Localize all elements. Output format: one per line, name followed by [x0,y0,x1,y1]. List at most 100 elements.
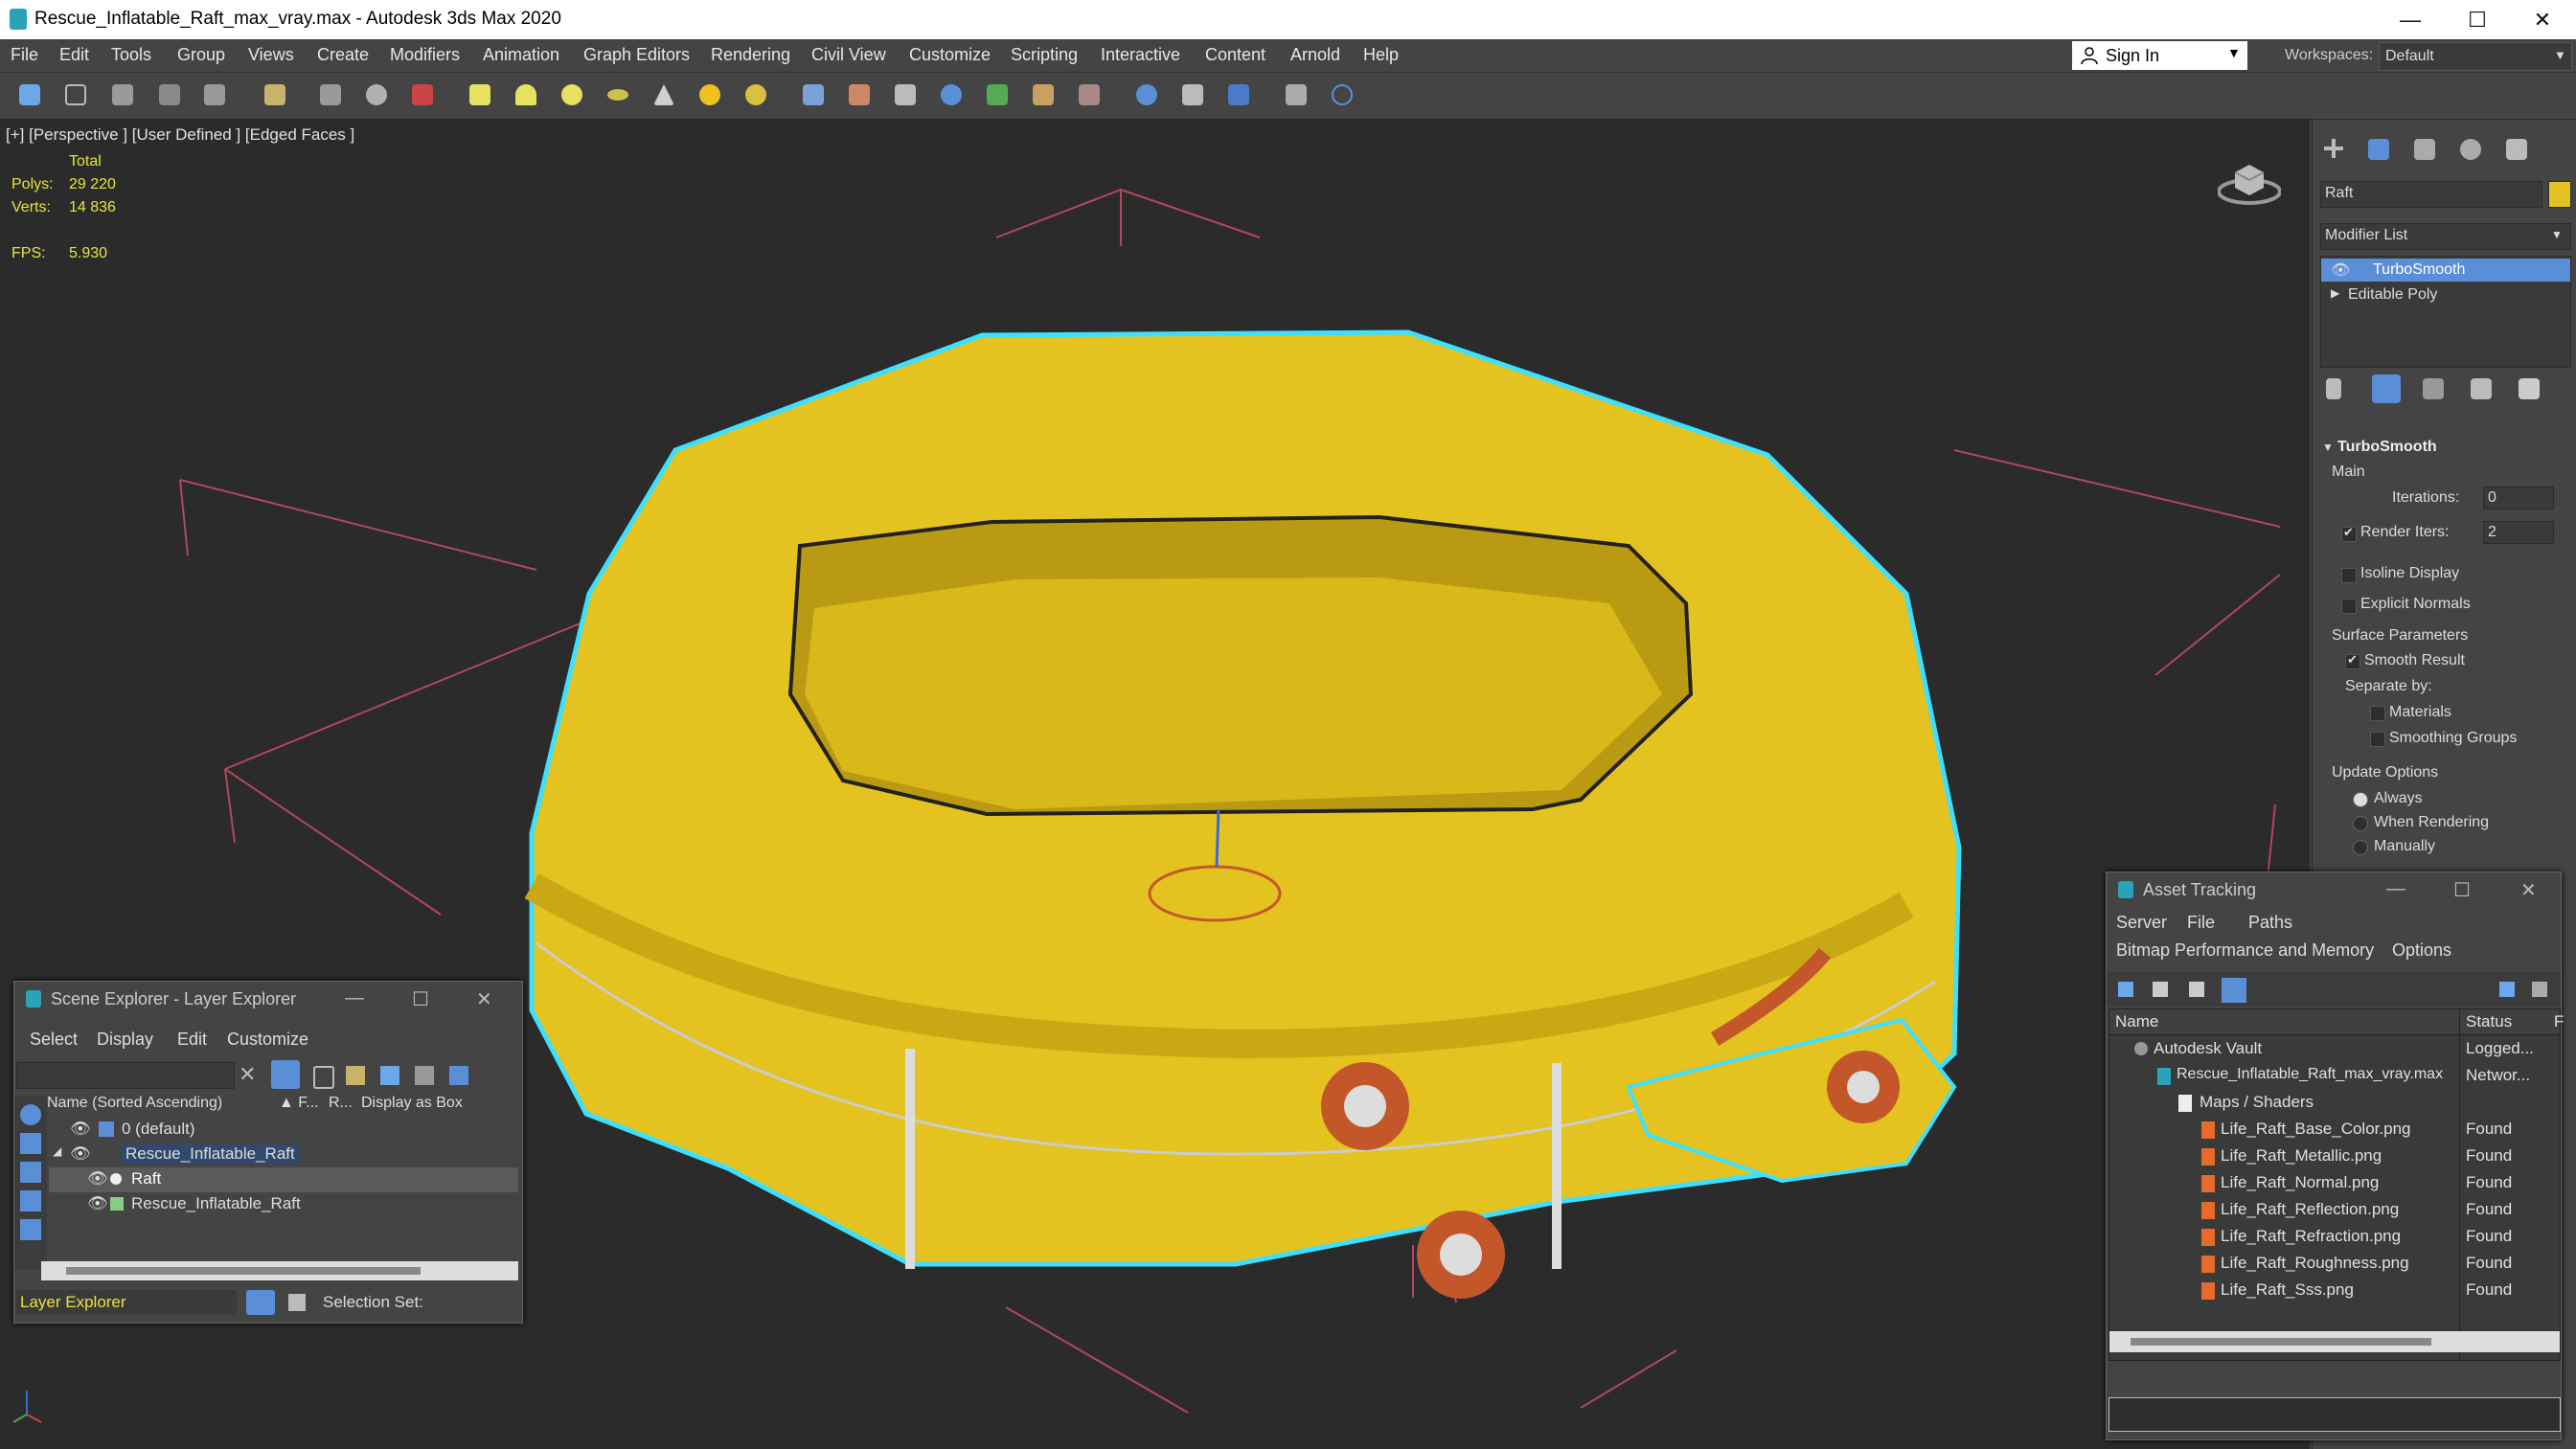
scene-explorer-icon[interactable] [1286,84,1307,105]
hair-icon[interactable] [1079,84,1100,105]
particles-icon[interactable] [941,84,962,105]
help-icon[interactable] [1332,84,1353,105]
asset-path-field[interactable] [2109,1397,2561,1432]
select-layer-icon[interactable] [415,1066,434,1085]
column-name[interactable]: Name [2115,1012,2158,1031]
column-render[interactable]: R... [329,1095,353,1112]
motion-tab-icon[interactable] [2460,139,2481,160]
horizontal-scrollbar[interactable] [41,1261,518,1280]
table-row[interactable]: Life_Raft_Normal.png Found [2109,1170,2560,1197]
at-menu-paths[interactable]: Paths [2248,913,2292,933]
link-icon[interactable] [112,84,133,105]
eye-icon[interactable]: 👁 [87,1194,108,1213]
scene-explorer-titlebar[interactable]: Scene Explorer - Layer Explorer — ☐ ✕ [14,982,522,1016]
settings-icon[interactable] [2532,982,2547,997]
remove-modifier-icon[interactable] [2471,378,2492,399]
configure-modifier-sets-icon[interactable] [2519,378,2540,399]
list-view-icon[interactable] [2153,982,2168,997]
list-item[interactable]: 👁 Raft [49,1167,518,1192]
help-icon[interactable] [2499,982,2515,997]
render-iters-spinner[interactable]: 2 [2483,521,2554,544]
column-freeze[interactable]: ▲ F... [279,1095,319,1112]
biped-icon[interactable] [1033,84,1054,105]
add-to-layer-icon[interactable] [380,1066,399,1085]
se-search-input[interactable] [16,1062,235,1089]
workspace-select[interactable]: Default ▼ [2379,42,2572,71]
se-menu-select[interactable]: Select [30,1030,78,1050]
table-row[interactable]: Life_Raft_Roughness.png Found [2109,1251,2560,1278]
display-tab-icon[interactable] [2506,139,2527,160]
menu-help[interactable]: Help [1363,45,1399,65]
smooth-result-checkbox[interactable]: ✔ [2345,652,2360,669]
hierarchy-tab-icon[interactable] [2414,139,2435,160]
unlink-icon[interactable] [159,84,180,105]
sphere-icon[interactable] [561,84,582,105]
layers-icon[interactable] [449,1066,468,1085]
list-item[interactable]: 👁 Rescue_Inflatable_Raft [49,1192,518,1217]
horizontal-scrollbar[interactable] [2109,1331,2560,1352]
new-layer-icon[interactable] [346,1066,365,1085]
render-icon[interactable] [1228,84,1249,105]
torus-icon[interactable] [607,89,628,101]
table-row[interactable]: Life_Raft_Reflection.png Found [2109,1197,2560,1224]
rollout-collapse-icon[interactable]: ▼ [2322,441,2334,454]
menu-civil-view[interactable]: Civil View [811,45,886,65]
render-iters-checkbox[interactable]: ✔ [2341,525,2357,542]
menu-rendering[interactable]: Rendering [711,45,790,65]
eye-icon[interactable]: 👁 [87,1169,108,1189]
at-menu-server[interactable]: Server [2116,913,2167,933]
show-end-result-icon[interactable] [2372,374,2401,403]
spacewarp-icon[interactable] [803,84,824,105]
viewport-label[interactable]: [+] [Perspective ] [User Defined ] [Edge… [6,125,354,145]
iterations-spinner[interactable]: 0 [2483,487,2554,509]
always-radio[interactable] [2353,792,2368,807]
list-item[interactable]: 👁 0 (default) [49,1118,518,1143]
make-unique-icon[interactable] [2423,378,2444,399]
scrollbar-thumb[interactable] [66,1267,421,1275]
render-setup-icon[interactable] [1182,84,1203,105]
menu-content[interactable]: Content [1205,45,1265,65]
eye-icon[interactable]: 👁 [70,1144,91,1164]
menu-modifiers[interactable]: Modifiers [390,45,460,65]
select-object-icon[interactable] [264,84,285,105]
menu-views[interactable]: Views [248,45,294,65]
refresh-icon[interactable] [2118,982,2133,997]
explorer-mode-dropdown[interactable]: Layer Explorer [16,1290,237,1315]
minimize-button[interactable]: — [345,987,364,1009]
maximize-button[interactable]: ☐ [412,987,429,1011]
cone-icon[interactable] [653,84,674,105]
rollout-title[interactable]: TurboSmooth [2337,439,2437,456]
eye-icon[interactable]: 👁 [2331,260,2350,280]
menu-graph-editors[interactable]: Graph Editors [583,45,690,65]
sign-in-dropdown[interactable]: Sign In ▼ [2072,41,2247,70]
cylinder-icon[interactable] [515,84,536,105]
scale-icon[interactable] [412,84,433,105]
viewcube-icon[interactable] [2217,153,2282,207]
se-menu-display[interactable]: Display [97,1030,153,1050]
menu-arnold[interactable]: Arnold [1290,45,1340,65]
menu-interactive[interactable]: Interactive [1101,45,1180,65]
eye-icon[interactable]: 👁 [70,1120,91,1139]
helper-icon[interactable] [849,84,870,105]
display-helpers-icon[interactable] [20,1219,41,1240]
menu-customize[interactable]: Customize [909,45,991,65]
at-menu-bitmap-performance[interactable]: Bitmap Performance and Memory [2116,940,2374,961]
asset-tracking-titlebar[interactable]: Asset Tracking — ☐ ✕ [2107,872,2561,907]
manually-radio[interactable] [2353,840,2368,855]
list-item[interactable]: ◢ 👁 Rescue_Inflatable_Raft [49,1143,518,1167]
at-menu-options[interactable]: Options [2392,940,2451,961]
close-button[interactable]: ✕ [2509,4,2576,36]
materials-checkbox[interactable] [2370,706,2385,721]
maximize-button[interactable]: ☐ [2444,4,2511,36]
menu-edit[interactable]: Edit [59,45,89,65]
column-display-as-box[interactable]: Display as Box [361,1095,463,1112]
pin-stack-icon[interactable] [2326,378,2341,399]
at-menu-file[interactable]: File [2187,913,2215,933]
display-geometry-icon[interactable] [20,1104,41,1125]
bind-spacewarp-icon[interactable] [204,84,225,105]
table-row[interactable]: Maps / Shaders [2109,1090,2560,1117]
expand-arrow-icon[interactable]: ▶ [2331,286,2339,300]
when-rendering-radio[interactable] [2353,816,2368,831]
minimize-button[interactable]: — [2386,878,2405,900]
move-icon[interactable] [320,84,341,105]
